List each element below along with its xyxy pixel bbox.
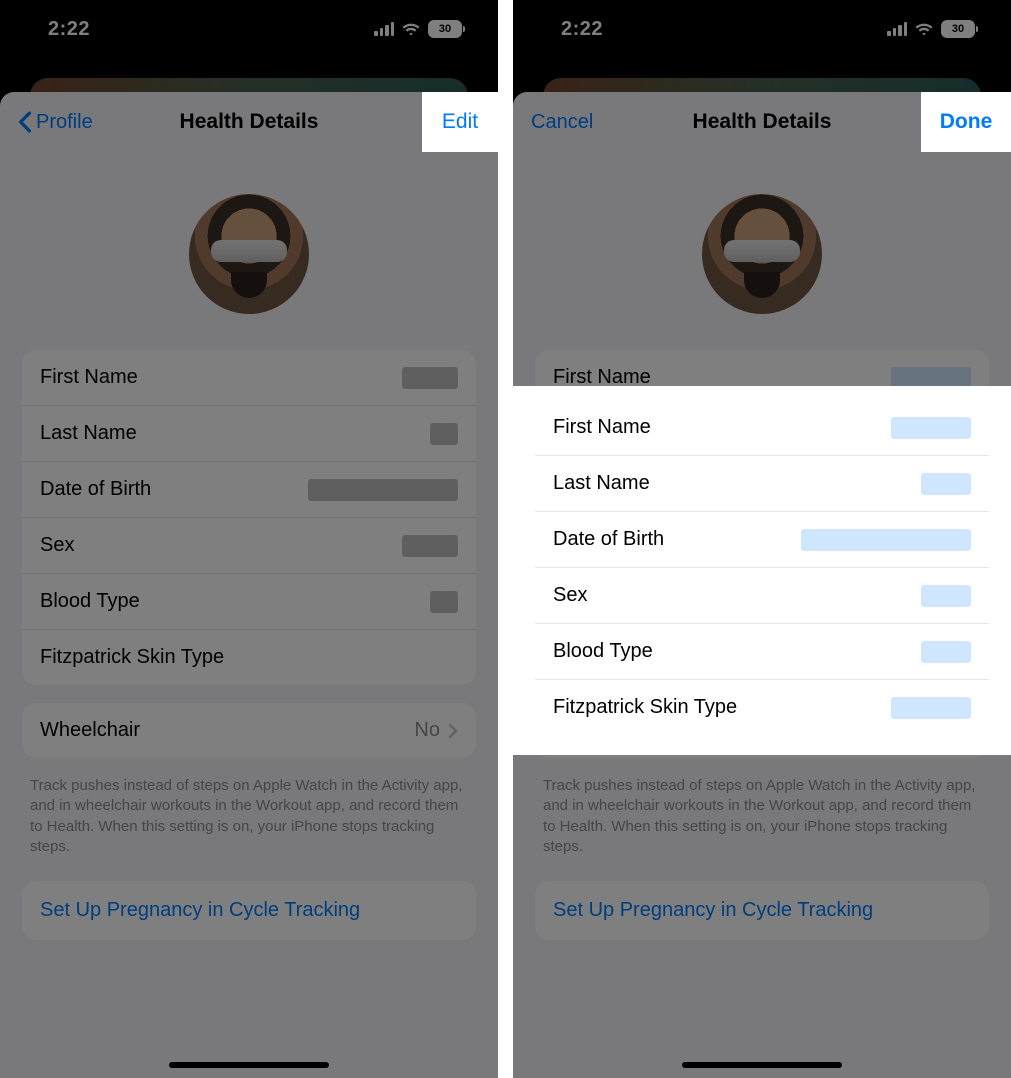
details-card: First Name Last Name Date of Birth Sex B…	[22, 350, 476, 685]
battery-level: 30	[952, 23, 964, 35]
edit-label: Edit	[446, 111, 480, 134]
battery-level: 30	[439, 23, 451, 35]
status-time: 2:22	[561, 18, 603, 41]
status-bar: 2:22 30	[513, 0, 1011, 58]
avatar-section	[0, 152, 498, 332]
label-last-name: Last Name	[553, 422, 650, 445]
cellular-icon	[887, 22, 907, 36]
edit-button[interactable]: Edit	[446, 111, 480, 134]
label-dob: Date of Birth	[40, 478, 151, 501]
cancel-button[interactable]: Cancel	[531, 111, 593, 134]
label-skin: Fitzpatrick Skin Type	[553, 646, 737, 669]
avatar[interactable]	[702, 194, 822, 314]
value-last-name-redacted	[430, 423, 458, 445]
label-sex: Sex	[40, 534, 74, 557]
done-label: Done	[943, 111, 993, 134]
pregnancy-label: Set Up Pregnancy in Cycle Tracking	[40, 899, 360, 921]
row-skin[interactable]: Fitzpatrick Skin Type	[535, 630, 989, 685]
label-dob: Date of Birth	[553, 478, 664, 501]
label-sex: Sex	[553, 534, 587, 557]
value-wheelchair: No	[945, 719, 971, 742]
home-indicator[interactable]	[682, 1062, 842, 1068]
status-icons: 30	[887, 20, 975, 38]
sheet: Cancel Health Details Done First Name La…	[513, 92, 1011, 1078]
value-skin-redacted	[891, 647, 971, 669]
label-blood: Blood Type	[553, 590, 653, 613]
row-skin[interactable]: Fitzpatrick Skin Type	[22, 630, 476, 685]
status-icons: 30	[374, 20, 462, 38]
cancel-label: Cancel	[531, 111, 593, 134]
row-blood[interactable]: Blood Type	[22, 574, 476, 630]
spacer	[498, 0, 513, 1078]
value-blood-redacted	[921, 591, 971, 613]
chevron-left-icon	[18, 111, 32, 133]
value-sex-redacted	[921, 535, 971, 557]
avatar-section	[513, 152, 1011, 332]
value-first-name-redacted	[891, 367, 971, 389]
done-button[interactable]: Done	[943, 111, 993, 134]
row-first-name[interactable]: First Name	[535, 350, 989, 406]
nav-bar: Profile Health Details Edit	[0, 92, 498, 152]
phone-right: 2:22 30 Cancel Health Details Done	[513, 0, 1011, 1078]
row-dob[interactable]: Date of Birth	[535, 462, 989, 518]
wifi-icon	[914, 22, 934, 36]
row-sex[interactable]: Sex	[535, 518, 989, 574]
wheelchair-card: Wheelchair No	[22, 703, 476, 758]
back-button[interactable]: Profile	[18, 111, 93, 134]
avatar[interactable]	[189, 194, 309, 314]
battery-icon: 30	[428, 20, 462, 38]
label-wheelchair: Wheelchair	[40, 719, 140, 742]
label-last-name: Last Name	[40, 422, 137, 445]
row-blood[interactable]: Blood Type	[535, 574, 989, 630]
wifi-icon	[401, 22, 421, 36]
row-first-name[interactable]: First Name	[22, 350, 476, 406]
value-dob-redacted	[801, 479, 971, 501]
pregnancy-label: Set Up Pregnancy in Cycle Tracking	[553, 899, 873, 921]
wheelchair-card: Wheelchair No	[535, 703, 989, 758]
status-time: 2:22	[48, 18, 90, 41]
battery-icon: 30	[941, 20, 975, 38]
row-dob[interactable]: Date of Birth	[22, 462, 476, 518]
pregnancy-link[interactable]: Set Up Pregnancy in Cycle Tracking	[535, 881, 989, 940]
value-last-name-redacted	[921, 423, 971, 445]
wheelchair-note: Track pushes instead of steps on Apple W…	[30, 776, 468, 857]
row-last-name[interactable]: Last Name	[535, 406, 989, 462]
label-blood: Blood Type	[40, 590, 140, 613]
value-wheelchair: No	[414, 719, 440, 742]
phone-left: 2:22 30 Profile Health Details	[0, 0, 498, 1078]
row-last-name[interactable]: Last Name	[22, 406, 476, 462]
back-label: Profile	[36, 111, 93, 134]
label-wheelchair: Wheelchair	[553, 719, 653, 742]
row-wheelchair[interactable]: Wheelchair No	[535, 703, 989, 758]
cellular-icon	[374, 22, 394, 36]
value-dob-redacted	[308, 479, 458, 501]
value-first-name-redacted	[402, 367, 458, 389]
value-sex-redacted	[402, 535, 458, 557]
label-first-name: First Name	[553, 366, 651, 389]
label-skin: Fitzpatrick Skin Type	[40, 646, 224, 669]
label-first-name: First Name	[40, 366, 138, 389]
value-blood-redacted	[430, 591, 458, 613]
row-wheelchair[interactable]: Wheelchair No	[22, 703, 476, 758]
details-card: First Name Last Name Date of Birth Sex B…	[535, 350, 989, 685]
home-indicator[interactable]	[169, 1062, 329, 1068]
chevron-right-icon	[448, 723, 458, 739]
wheelchair-note: Track pushes instead of steps on Apple W…	[543, 776, 981, 857]
status-bar: 2:22 30	[0, 0, 498, 58]
pregnancy-link[interactable]: Set Up Pregnancy in Cycle Tracking	[22, 881, 476, 940]
sheet: Profile Health Details Edit First Name L…	[0, 92, 498, 1078]
row-sex[interactable]: Sex	[22, 518, 476, 574]
nav-bar: Cancel Health Details Done	[513, 92, 1011, 152]
